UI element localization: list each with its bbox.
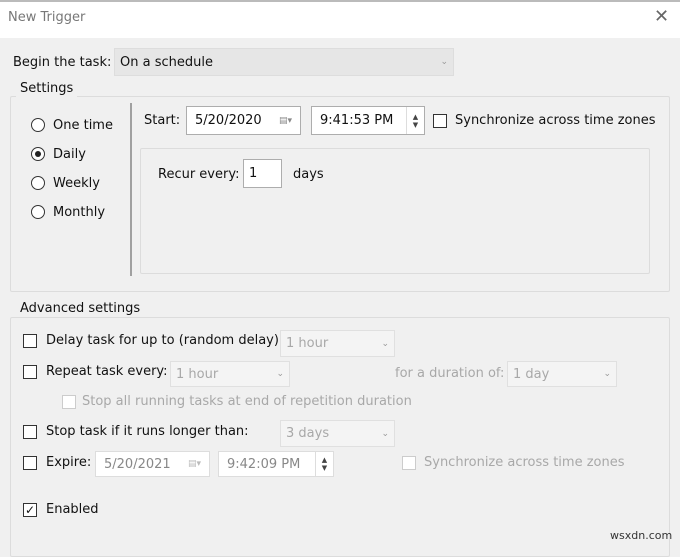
expire-label: Expire: bbox=[46, 455, 92, 470]
recur-input[interactable]: 1 bbox=[243, 159, 282, 188]
title-bar bbox=[0, 0, 680, 38]
chevron-down-icon: ⌄ bbox=[381, 428, 389, 439]
sync-label: Synchronize across time zones bbox=[455, 113, 656, 128]
sync-checkbox[interactable] bbox=[433, 114, 447, 128]
delay-checkbox[interactable] bbox=[23, 334, 37, 348]
delay-value: 1 hour bbox=[286, 336, 329, 351]
repeat-dropdown[interactable]: 1 hour ⌄ bbox=[170, 361, 290, 387]
repeat-value: 1 hour bbox=[176, 366, 219, 382]
recur-label: Recur every: bbox=[158, 167, 240, 182]
expire-sync-label: Synchronize across time zones bbox=[424, 455, 625, 470]
time-spinner[interactable]: ▲ ▼ bbox=[406, 107, 424, 134]
radio-monthly-label: Monthly bbox=[53, 205, 106, 220]
start-date-picker[interactable]: 5/20/2020 ▤▾ bbox=[186, 106, 301, 135]
chevron-down-icon: ⌄ bbox=[603, 369, 611, 379]
duration-value: 1 day bbox=[513, 366, 550, 382]
chevron-down-icon: ⌄ bbox=[381, 338, 389, 349]
start-time-value: 9:41:53 PM bbox=[320, 113, 394, 128]
recur-unit: days bbox=[293, 167, 324, 182]
expire-time-field[interactable]: 9:42:09 PM ▲ ▼ bbox=[218, 451, 334, 477]
expire-sync-checkbox[interactable] bbox=[402, 456, 416, 470]
begin-task-value: On a schedule bbox=[120, 54, 213, 70]
window-title: New Trigger bbox=[8, 10, 86, 25]
radio-monthly[interactable] bbox=[31, 205, 45, 219]
advanced-label: Advanced settings bbox=[16, 301, 145, 317]
divider bbox=[130, 103, 132, 276]
duration-dropdown[interactable]: 1 day ⌄ bbox=[507, 361, 617, 387]
recur-value: 1 bbox=[249, 166, 258, 181]
watermark: wsxdn.com bbox=[610, 529, 673, 542]
radio-one-time[interactable] bbox=[31, 118, 45, 132]
chevron-down-icon: ⌄ bbox=[440, 57, 448, 67]
settings-label: Settings bbox=[16, 81, 78, 97]
stop-task-label: Stop task if it runs longer than: bbox=[46, 424, 249, 439]
expire-time-value: 9:42:09 PM bbox=[227, 456, 301, 472]
stop-all-label: Stop all running tasks at end of repetit… bbox=[82, 394, 412, 409]
repeat-label: Repeat task every: bbox=[46, 364, 168, 379]
radio-daily[interactable] bbox=[31, 147, 45, 161]
enabled-checkbox[interactable]: ✓ bbox=[23, 503, 37, 517]
calendar-icon[interactable]: ▤▾ bbox=[188, 459, 201, 469]
radio-weekly[interactable] bbox=[31, 176, 45, 190]
chevron-down-icon: ⌄ bbox=[276, 369, 284, 379]
radio-daily-label: Daily bbox=[53, 147, 86, 162]
stop-all-checkbox[interactable] bbox=[62, 395, 76, 409]
duration-label: for a duration of: bbox=[395, 366, 505, 381]
radio-one-time-label: One time bbox=[53, 118, 113, 133]
expire-date-picker[interactable]: 5/20/2021 ▤▾ bbox=[95, 451, 210, 477]
repeat-checkbox[interactable] bbox=[23, 365, 37, 379]
delay-dropdown[interactable]: 1 hour ⌄ bbox=[280, 330, 395, 357]
calendar-icon[interactable]: ▤▾ bbox=[279, 116, 292, 126]
begin-task-dropdown[interactable]: On a schedule ⌄ bbox=[114, 48, 454, 76]
radio-weekly-label: Weekly bbox=[53, 176, 100, 191]
enabled-label: Enabled bbox=[46, 502, 99, 517]
delay-label: Delay task for up to (random delay): bbox=[46, 333, 284, 348]
stop-task-checkbox[interactable] bbox=[23, 425, 37, 439]
start-date-value: 5/20/2020 bbox=[195, 113, 262, 128]
stop-task-dropdown[interactable]: 3 days ⌄ bbox=[280, 420, 395, 447]
expire-date-value: 5/20/2021 bbox=[104, 456, 171, 472]
close-icon[interactable]: ✕ bbox=[654, 6, 669, 27]
time-spinner[interactable]: ▲ ▼ bbox=[315, 452, 333, 476]
stop-task-value: 3 days bbox=[286, 426, 330, 441]
start-label: Start: bbox=[144, 113, 181, 128]
begin-task-label: Begin the task: bbox=[13, 55, 112, 70]
expire-checkbox[interactable] bbox=[23, 456, 37, 470]
start-time-field[interactable]: 9:41:53 PM ▲ ▼ bbox=[311, 106, 425, 135]
